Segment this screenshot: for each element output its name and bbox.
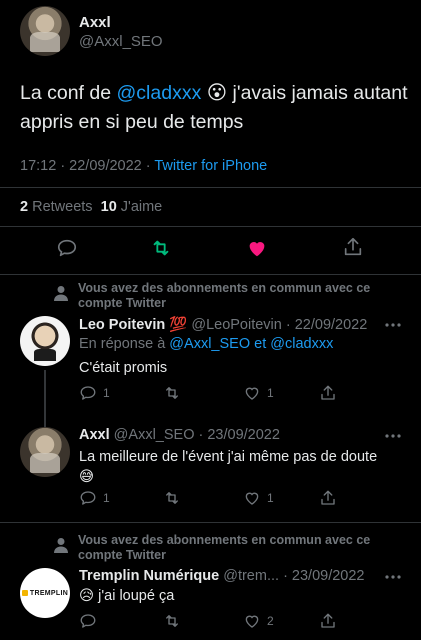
divider: [0, 187, 421, 188]
reply-avatar[interactable]: [20, 427, 70, 477]
tweet-text: La conf de @cladxxx 😮 j'avais jamais aut…: [20, 79, 410, 137]
like-count: 1: [267, 491, 274, 505]
share-icon[interactable]: [319, 489, 337, 507]
reply-display-name[interactable]: Axxl: [79, 427, 110, 443]
reply-display-name[interactable]: Leo Poitevin: [79, 317, 165, 333]
reply-actions: 2: [79, 612, 337, 630]
reply-avatar[interactable]: [20, 316, 70, 366]
share-icon[interactable]: [319, 612, 337, 630]
retweet-icon[interactable]: [150, 237, 172, 259]
like-icon[interactable]: [243, 489, 261, 507]
more-dots-icon[interactable]: [385, 574, 401, 580]
likes-label[interactable]: J'aime: [121, 199, 162, 215]
reply-icon[interactable]: [79, 612, 97, 630]
shared-follows-context: Vous avez des abonnements en commun avec…: [78, 533, 371, 562]
reply-icon[interactable]: [79, 384, 97, 402]
reply-count: 1: [103, 386, 110, 400]
reply-text: La meilleure de l'évent j'ai même pas de…: [79, 447, 399, 487]
reply-actions: 1 1: [79, 384, 337, 402]
thread-line: [44, 370, 46, 430]
reply-prefix: En réponse à: [79, 336, 170, 352]
like-count: 1: [267, 386, 274, 400]
tweet-time[interactable]: 17:12 · 22/09/2022 ·: [20, 158, 154, 174]
reply-header: Leo Poitevin 💯 @LeoPoitevin · 22/09/2022: [79, 316, 367, 333]
divider: [0, 522, 421, 523]
more-dots-icon[interactable]: [385, 322, 401, 328]
like-icon[interactable]: [246, 237, 268, 259]
reply-actions: 1 1: [79, 489, 337, 507]
reply-mention-2[interactable]: @cladxxx: [270, 336, 333, 352]
reply-mention-1[interactable]: @Axxl_SEO: [169, 336, 250, 352]
emoji: 😮: [206, 82, 228, 104]
reply-handle[interactable]: @Axxl_SEO · 23/09/2022: [114, 427, 280, 443]
reply-and: et: [250, 336, 271, 352]
reply-icon[interactable]: [79, 489, 97, 507]
reply-avatar[interactable]: TREMPLIN: [20, 568, 70, 618]
retweet-icon[interactable]: [163, 489, 181, 507]
reply-text: 😥 j'ai loupé ça: [79, 588, 174, 604]
retweets-label[interactable]: Retweets: [32, 199, 92, 215]
avatar-text: TREMPLIN: [29, 589, 69, 597]
reply-count: 1: [103, 491, 110, 505]
reply-display-name[interactable]: Tremplin Numérique: [79, 568, 219, 584]
share-icon[interactable]: [342, 236, 364, 258]
divider: [0, 226, 421, 227]
share-icon[interactable]: [319, 384, 337, 402]
retweet-icon[interactable]: [163, 384, 181, 402]
tweet-meta: 17:12 · 22/09/2022 · Twitter for iPhone: [20, 158, 267, 174]
tweet-stats: 2 Retweets 10 J'aime: [20, 199, 162, 215]
badge-emoji: 💯: [169, 317, 188, 333]
like-icon[interactable]: [243, 384, 261, 402]
reply-header: Tremplin Numérique @trem... · 23/09/2022: [79, 568, 365, 584]
retweets-count[interactable]: 2: [20, 199, 28, 215]
reply-header: Axxl @Axxl_SEO · 23/09/2022: [79, 427, 280, 443]
tweet-text-before: La conf de: [20, 82, 117, 104]
author-handle[interactable]: @Axxl_SEO: [79, 33, 163, 50]
emoji: 😥: [79, 588, 95, 604]
person-icon: [54, 537, 68, 553]
reply-handle[interactable]: @trem... · 23/09/2022: [223, 568, 364, 584]
reply-to-line: En réponse à @Axxl_SEO et @cladxxx: [79, 336, 333, 352]
reply-text-body: La meilleure de l'évent j'ai même pas de…: [79, 449, 378, 465]
like-icon[interactable]: [243, 612, 261, 630]
divider: [0, 274, 421, 275]
reply-text-body: j'ai loupé ça: [94, 588, 175, 604]
tremplin-logo: TREMPLIN: [21, 589, 69, 597]
tweet-source[interactable]: Twitter for iPhone: [154, 158, 267, 174]
like-count: 2: [267, 614, 274, 628]
tweet-mention[interactable]: @cladxxx: [117, 82, 202, 104]
likes-count[interactable]: 10: [101, 199, 117, 215]
person-icon: [54, 285, 68, 301]
reply-text: C'était promis: [79, 360, 168, 376]
reply-handle[interactable]: @LeoPoitevin · 22/09/2022: [191, 317, 367, 333]
author-avatar[interactable]: [20, 6, 70, 56]
author-display-name[interactable]: Axxl: [79, 14, 111, 31]
emoji: 😅: [79, 469, 95, 485]
more-dots-icon[interactable]: [385, 433, 401, 439]
reply-icon[interactable]: [56, 237, 78, 259]
shared-follows-context: Vous avez des abonnements en commun avec…: [78, 281, 371, 310]
retweet-icon[interactable]: [163, 612, 181, 630]
